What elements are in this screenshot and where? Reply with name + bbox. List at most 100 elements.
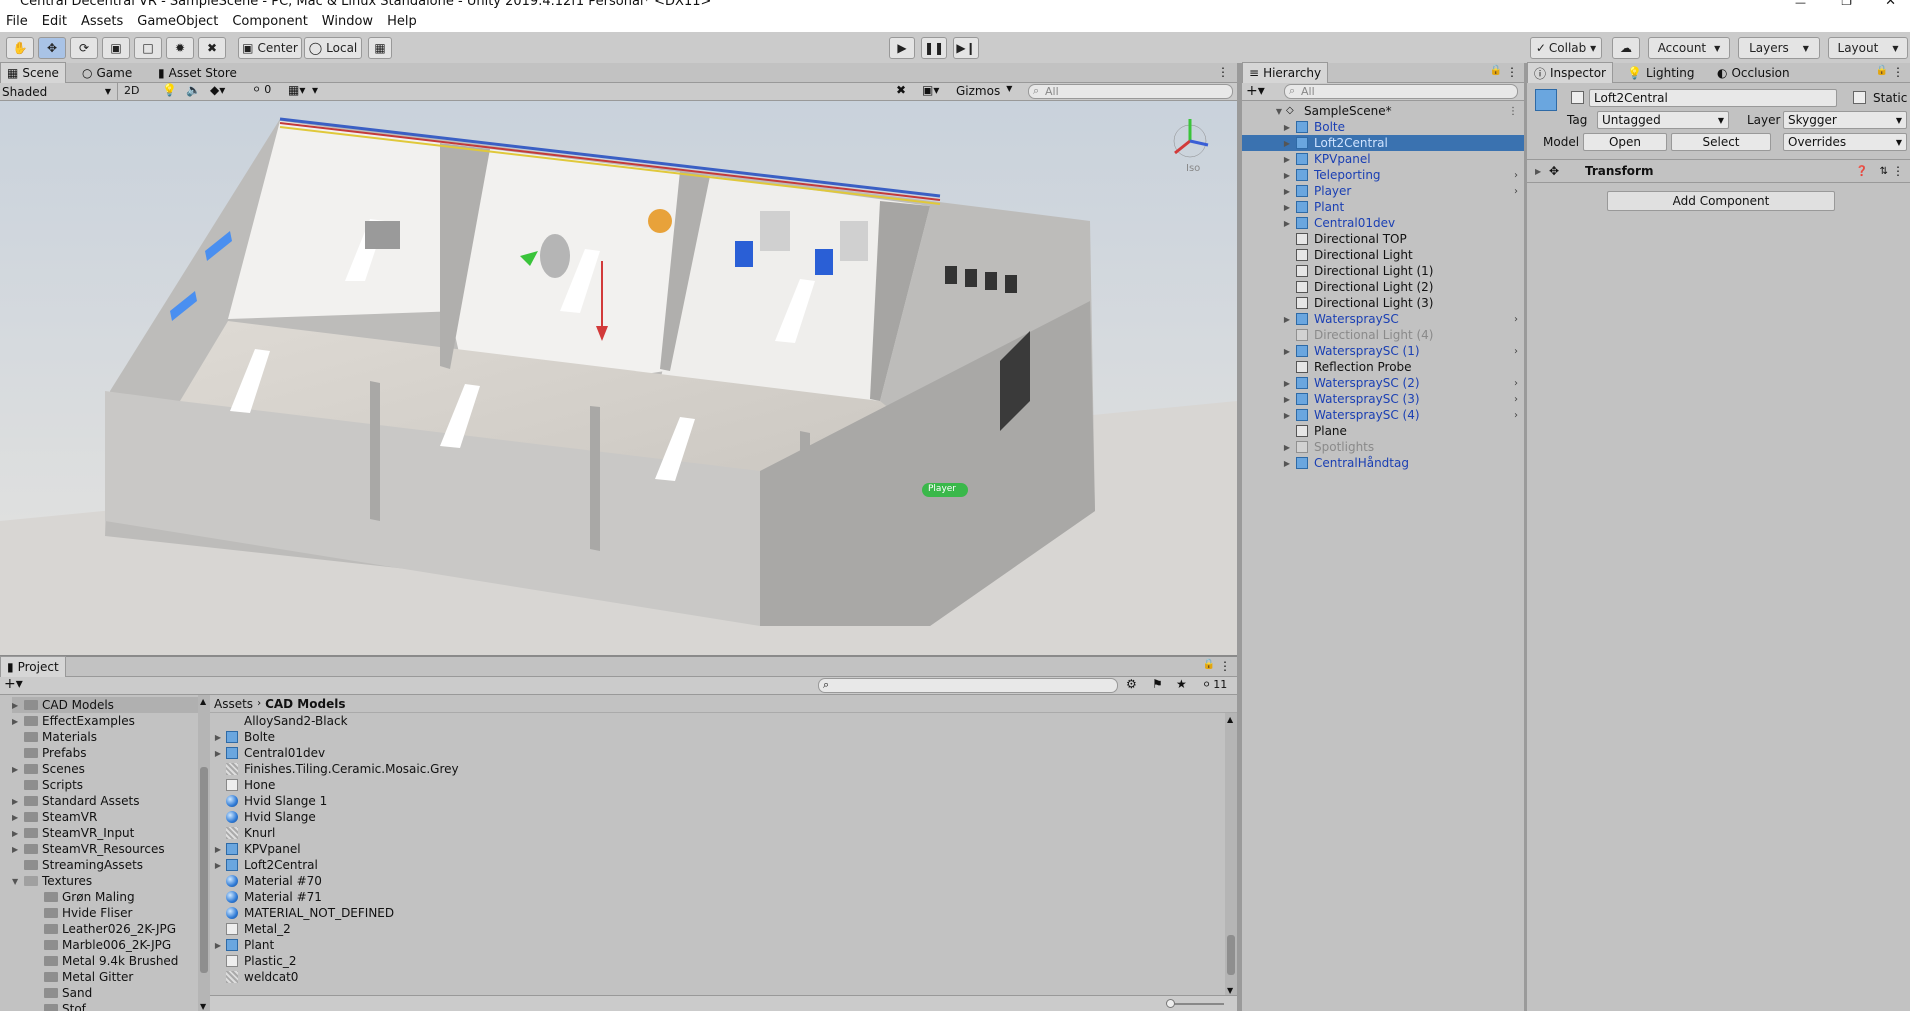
expand-arrow-icon[interactable]: ▶ [210,941,226,950]
play-button[interactable]: ▶ [889,37,915,59]
shading-dropdown[interactable]: Shaded ▼ [0,83,118,100]
breadcrumb-current[interactable]: CAD Models [265,697,345,711]
kebab-menu-icon[interactable]: ⋮ [1892,65,1904,79]
assets-scroll-thumb[interactable] [1227,935,1235,975]
menu-gameobject[interactable]: GameObject [137,14,218,29]
icon-size-slider-track[interactable] [1170,1003,1224,1005]
folder-tree-item[interactable]: ▶ SteamVR_Input [12,825,198,841]
tree-scrollbar[interactable]: ▲ ▼ [198,695,210,1011]
collab-button[interactable]: ✓ Collab ▾ [1530,37,1602,59]
lock-icon[interactable]: 🔒 [1203,659,1215,670]
prefab-open-chevron-icon[interactable]: › [1514,410,1518,421]
gizmos-dropdown[interactable]: Gizmos ▼ [956,84,1012,98]
hierarchy-item[interactable]: ▶ Loft2Central [1242,135,1524,151]
folder-tree-item[interactable]: ▼ Textures [12,873,198,889]
camera-icon[interactable]: ▣▾ [922,83,939,97]
folder-tree-item[interactable]: Grøn Maling [32,889,198,905]
menu-edit[interactable]: Edit [42,14,67,29]
favorite-star-icon[interactable]: ★ [1176,677,1187,691]
asset-list-item[interactable]: ▶ Loft2Central [210,857,1210,873]
scroll-down-icon[interactable]: ▼ [1227,986,1233,995]
asset-list-item[interactable]: AlloySand2-Black [210,713,1210,729]
folder-tree-item[interactable]: Scripts [12,777,198,793]
search-by-type-icon[interactable]: ⚙ [1126,677,1137,691]
expand-arrow-icon[interactable]: ▶ [12,717,24,726]
menu-file[interactable]: File [6,14,28,29]
step-button[interactable]: ▶❙ [953,37,979,59]
expand-arrow-icon[interactable]: ▶ [1282,395,1292,404]
static-checkbox[interactable] [1853,91,1866,104]
asset-list-item[interactable]: weldcat0 [210,969,1210,985]
expand-arrow-icon[interactable]: ▶ [1282,203,1292,212]
scroll-up-icon[interactable]: ▲ [1227,715,1233,724]
project-search-input[interactable]: ⌕ [818,678,1118,693]
prefab-open-chevron-icon[interactable]: › [1514,378,1518,389]
asset-list-item[interactable]: Knurl [210,825,1210,841]
scene-viewport[interactable]: Iso Player [0,101,1237,655]
asset-list-item[interactable]: ▶ Bolte [210,729,1210,745]
select-button[interactable]: Select [1671,133,1771,151]
hierarchy-search-input[interactable]: ⌕ All [1284,84,1518,99]
open-button[interactable]: Open [1583,133,1667,151]
expand-arrow-icon[interactable]: ▶ [12,701,24,710]
kebab-menu-icon[interactable]: ⋮ [1506,65,1518,79]
scroll-up-icon[interactable]: ▲ [200,697,206,706]
grid-snap-icon[interactable]: ▦ [368,37,392,59]
hidden-packages-toggle[interactable]: ⚪ 11 [1202,678,1227,691]
prefab-open-chevron-icon[interactable]: › [1514,186,1518,197]
hierarchy-item[interactable]: ▶ Teleporting › [1242,167,1524,183]
hierarchy-item[interactable]: Directional Light [1242,247,1524,263]
move-tool-icon[interactable]: ✥ [38,37,66,59]
hierarchy-item[interactable]: ▶ KPVpanel [1242,151,1524,167]
expand-arrow-icon[interactable]: ▶ [12,765,24,774]
hierarchy-item[interactable]: Reflection Probe [1242,359,1524,375]
hierarchy-item[interactable]: Directional Light (4) [1242,327,1524,343]
tree-scroll-thumb[interactable] [200,767,208,973]
folder-tree-item[interactable]: Marble006_2K-JPG [32,937,198,953]
expand-arrow-icon[interactable]: ▶ [1282,155,1292,164]
prefab-open-chevron-icon[interactable]: › [1514,346,1518,357]
hand-tool-icon[interactable]: ✋ [6,37,34,59]
minimize-icon[interactable]: — [1795,0,1806,9]
label-tag-icon[interactable]: ⚑ [1152,677,1163,691]
folder-tree-item[interactable]: ▶ SteamVR_Resources [12,841,198,857]
tab-lighting[interactable]: 💡 Lighting [1621,62,1700,83]
expand-arrow-icon[interactable]: ▶ [12,813,24,822]
expand-arrow-icon[interactable]: ▶ [12,829,24,838]
expand-arrow-icon[interactable]: ▶ [1282,187,1292,196]
tab-project[interactable]: ▮ Project [0,656,66,677]
close-icon[interactable]: ✕ [1885,0,1896,9]
expand-arrow-icon[interactable]: ▶ [210,749,226,758]
hierarchy-scene-row[interactable]: ▼ ◇ SampleScene* ⋮ [1242,103,1524,119]
prefab-open-chevron-icon[interactable]: › [1514,170,1518,181]
menu-window[interactable]: Window [322,14,373,29]
rotate-tool-icon[interactable]: ⟳ [70,37,98,59]
transform-tool-icon[interactable]: ✹ [166,37,194,59]
menu-help[interactable]: Help [387,14,417,29]
toggle-2d-button[interactable]: 2D [124,84,139,97]
expand-arrow-icon[interactable]: ▶ [1282,379,1292,388]
hierarchy-item[interactable]: ▶ Bolte [1242,119,1524,135]
asset-list-item[interactable]: ▶ Central01dev [210,745,1210,761]
tab-inspector[interactable]: ⓘ Inspector [1527,62,1613,83]
expand-arrow-icon[interactable]: ▶ [1282,347,1292,356]
breadcrumb-root[interactable]: Assets [214,697,253,711]
lighting-toggle-icon[interactable]: 💡 [162,83,177,97]
asset-list-item[interactable]: MATERIAL_NOT_DEFINED [210,905,1210,921]
effects-toggle-icon[interactable]: ◆▾ [210,83,225,97]
expand-arrow-icon[interactable]: ▶ [1282,139,1292,148]
scroll-down-icon[interactable]: ▼ [200,1002,206,1011]
expand-arrow-icon[interactable]: ▶ [1282,315,1292,324]
hierarchy-item[interactable]: ▶ Spotlights [1242,439,1524,455]
hierarchy-item[interactable]: Directional Light (2) [1242,279,1524,295]
scene-search-input[interactable]: ⌕ All [1028,84,1233,99]
asset-list-item[interactable]: Hvid Slange 1 [210,793,1210,809]
asset-list-item[interactable]: ▶ Plant [210,937,1210,953]
folder-tree-item[interactable]: Leather026_2K-JPG [32,921,198,937]
hierarchy-item[interactable]: Directional Light (1) [1242,263,1524,279]
asset-list-item[interactable]: Material #71 [210,889,1210,905]
prefab-open-chevron-icon[interactable]: › [1514,394,1518,405]
assets-scrollbar[interactable]: ▲ ▼ [1225,713,1237,995]
hierarchy-item[interactable]: ▶ WaterspraySC (1) › [1242,343,1524,359]
hierarchy-item[interactable]: ▶ Player › [1242,183,1524,199]
